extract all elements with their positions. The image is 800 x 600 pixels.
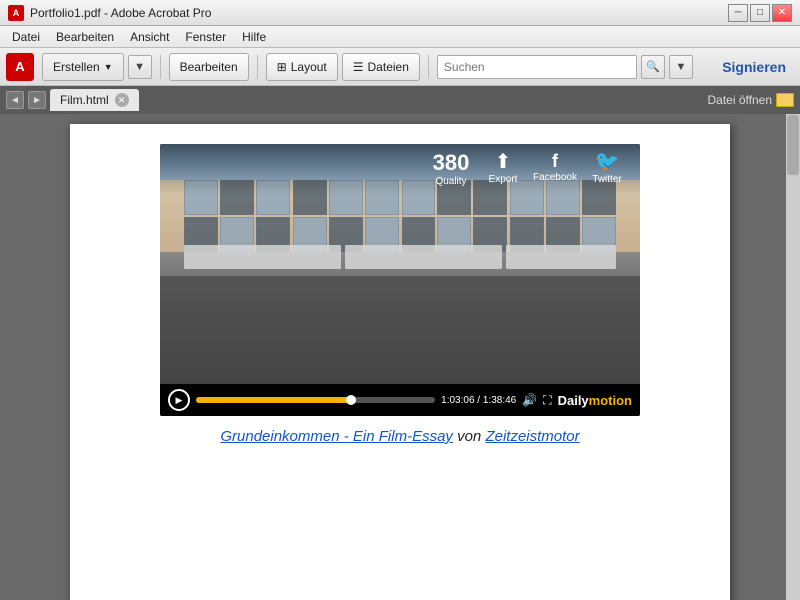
quality-number: 380 bbox=[433, 152, 470, 174]
folder-icon bbox=[776, 93, 794, 107]
datei-oeffnen-label: Datei öffnen bbox=[708, 93, 773, 107]
progress-bar[interactable] bbox=[196, 397, 435, 403]
play-button[interactable]: ▶ bbox=[168, 389, 190, 411]
window-title: Portfolio1.pdf - Adobe Acrobat Pro bbox=[30, 6, 728, 20]
datei-oeffnen-button[interactable]: Datei öffnen bbox=[708, 93, 795, 107]
title-bar: A Portfolio1.pdf - Adobe Acrobat Pro ─ □… bbox=[0, 0, 800, 26]
signieren-button[interactable]: Signieren bbox=[714, 59, 794, 75]
quality-label: Quality bbox=[435, 176, 466, 187]
facebook-control[interactable]: f Facebook bbox=[530, 152, 580, 187]
export-icon: ⬆ bbox=[495, 152, 512, 172]
tab-bar: ◄ ► Film.html ✕ Datei öffnen bbox=[0, 86, 800, 114]
caption-link-film[interactable]: Grundeinkommen - Ein Film-Essay bbox=[220, 428, 453, 445]
menu-hilfe[interactable]: Hilfe bbox=[234, 28, 274, 46]
film-tab[interactable]: Film.html ✕ bbox=[50, 89, 139, 111]
video-overlay-controls: 380 Quality ⬆ Export f Facebook 🐦 Twitte… bbox=[160, 144, 640, 195]
export-control[interactable]: ⬆ Export bbox=[478, 152, 528, 187]
main-content: 380 Quality ⬆ Export f Facebook 🐦 Twitte… bbox=[0, 114, 800, 600]
fullscreen-icon[interactable]: ⛶ bbox=[543, 393, 551, 408]
facebook-label: Facebook bbox=[533, 172, 577, 183]
maximize-button[interactable]: □ bbox=[750, 4, 770, 22]
menu-datei[interactable]: Datei bbox=[4, 28, 48, 46]
separator-1 bbox=[160, 55, 161, 79]
pdf-page: 380 Quality ⬆ Export f Facebook 🐦 Twitte… bbox=[70, 124, 730, 600]
caption-link-zeitzeist[interactable]: Zeitzeistmotor bbox=[485, 428, 579, 445]
separator-3 bbox=[428, 55, 429, 79]
menu-bar: Datei Bearbeiten Ansicht Fenster Hilfe bbox=[0, 26, 800, 48]
bearbeiten-button[interactable]: Bearbeiten bbox=[169, 53, 249, 81]
video-controls-bar: ▶ 1:03:06 / 1:38:46 🔊 ⛶ Dailymotion bbox=[160, 384, 640, 416]
close-button[interactable]: ✕ bbox=[772, 4, 792, 22]
app-icon: A bbox=[8, 5, 24, 21]
quality-control[interactable]: 380 Quality bbox=[426, 152, 476, 187]
search-options-button[interactable]: ▼ bbox=[669, 55, 693, 79]
erstellen-dropdown-icon: ▼ bbox=[104, 62, 113, 72]
scroll-thumb[interactable] bbox=[787, 115, 799, 175]
nav-forward-button[interactable]: ► bbox=[28, 91, 46, 109]
acrobat-logo: A bbox=[6, 53, 34, 81]
minimize-button[interactable]: ─ bbox=[728, 4, 748, 22]
layout-icon: ⊞ bbox=[277, 60, 287, 74]
separator-2 bbox=[257, 55, 258, 79]
caption-von: von bbox=[453, 428, 486, 445]
time-display: 1:03:06 / 1:38:46 bbox=[441, 395, 516, 406]
search-input[interactable] bbox=[437, 55, 637, 79]
video-player[interactable]: 380 Quality ⬆ Export f Facebook 🐦 Twitte… bbox=[160, 144, 640, 416]
search-button[interactable]: 🔍 bbox=[641, 55, 665, 79]
awnings bbox=[184, 245, 616, 269]
scrollbar[interactable] bbox=[786, 114, 800, 600]
progress-fill bbox=[196, 397, 351, 403]
window-controls: ─ □ ✕ bbox=[728, 4, 792, 22]
twitter-label: Twitter bbox=[592, 174, 621, 185]
video-thumbnail: 380 Quality ⬆ Export f Facebook 🐦 Twitte… bbox=[160, 144, 640, 384]
tab-label: Film.html bbox=[60, 93, 109, 107]
twitter-icon: 🐦 bbox=[595, 152, 620, 172]
video-caption: Grundeinkommen - Ein Film-Essay von Zeit… bbox=[100, 416, 700, 445]
tab-close-button[interactable]: ✕ bbox=[115, 93, 129, 107]
twitter-control[interactable]: 🐦 Twitter bbox=[582, 152, 632, 187]
erstellen-button[interactable]: Erstellen ▼ bbox=[42, 53, 124, 81]
menu-bearbeiten[interactable]: Bearbeiten bbox=[48, 28, 122, 46]
export-label: Export bbox=[489, 174, 518, 185]
menu-ansicht[interactable]: Ansicht bbox=[122, 28, 177, 46]
progress-handle[interactable] bbox=[346, 395, 356, 405]
dateien-icon: ☰ bbox=[353, 60, 364, 74]
dateien-button[interactable]: ☰ Dateien bbox=[342, 53, 420, 81]
menu-fenster[interactable]: Fenster bbox=[177, 28, 234, 46]
layout-button[interactable]: ⊞ Layout bbox=[266, 53, 338, 81]
volume-icon[interactable]: 🔊 bbox=[522, 393, 537, 407]
facebook-icon: f bbox=[552, 152, 558, 170]
options-button[interactable]: ▼ bbox=[128, 55, 152, 79]
dailymotion-logo: Dailymotion bbox=[558, 393, 632, 408]
toolbar: A Erstellen ▼ ▼ Bearbeiten ⊞ Layout ☰ Da… bbox=[0, 48, 800, 86]
nav-back-button[interactable]: ◄ bbox=[6, 91, 24, 109]
